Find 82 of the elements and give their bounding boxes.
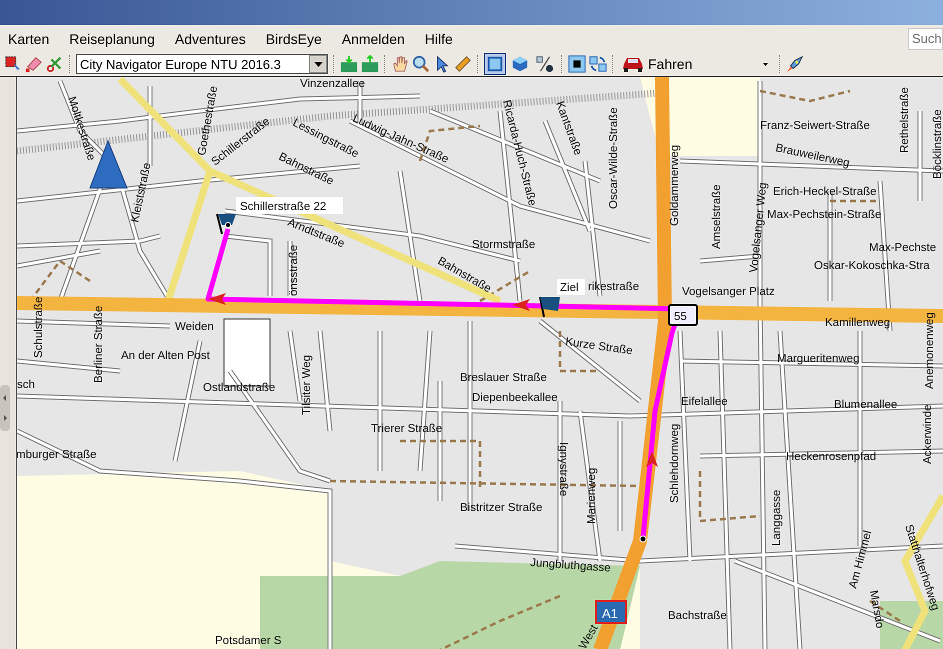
street-label: Ignystraße [557, 442, 569, 496]
route-arrow-icon [512, 299, 530, 311]
street-label: Böcklinstraße [932, 109, 943, 179]
street-label: Erich-Heckel-Straße [773, 186, 877, 198]
menu-item[interactable]: Hilfe [424, 30, 453, 46]
caret-icon [763, 62, 768, 66]
street-label: Oscar-Wilde-Straße [608, 107, 620, 209]
square-icon [486, 55, 504, 73]
street-label: Marsdo [867, 589, 886, 630]
view-mode-button[interactable] [484, 53, 506, 75]
percent-icon [536, 55, 554, 73]
car-icon [622, 56, 644, 72]
street-label: Berliner Straße [93, 306, 105, 383]
street-label: Jungbluthgasse [530, 557, 611, 575]
street-label: Amselstraße [711, 184, 723, 249]
menu-item[interactable]: Reiseplanung [69, 30, 155, 46]
collapse-handle-icon[interactable] [0, 385, 10, 431]
street-label: Ackerwinde [922, 404, 934, 464]
menu-item[interactable]: Karten [8, 30, 50, 46]
select-area-icon[interactable] [4, 55, 22, 73]
map-product-dropdown[interactable]: City Navigator Europe NTU 2016.3 [76, 54, 328, 74]
destination-label: Ziel [557, 279, 585, 295]
cube-icon [511, 55, 529, 73]
street-label: sch [17, 379, 35, 391]
search-field[interactable]: Such [908, 28, 943, 50]
street-label: Vogelsanger Weg [748, 182, 770, 274]
street-label: Anemonenweg [924, 312, 936, 389]
sync-icon[interactable] [589, 55, 607, 73]
street-label: Stormstraße [472, 239, 536, 251]
route-arrow-icon [208, 293, 226, 305]
street-label: Max-Pechste [869, 242, 936, 254]
street-label: Oskar-Kokoschka-Stra [814, 260, 930, 272]
ruler-icon[interactable] [454, 55, 472, 73]
street-label: Tilsiter Weg [301, 354, 313, 415]
menu-item[interactable]: Anmelden [342, 30, 405, 46]
flag-icon [539, 296, 560, 318]
caret-icon [314, 62, 322, 66]
street-label: Vogelsanger Platz [682, 286, 775, 298]
street-label: mburger Straße [17, 449, 97, 461]
route-arrow-icon [646, 451, 658, 467]
street-label: Goldammerweg [669, 144, 681, 226]
street-label: Vinzenzallee [300, 78, 366, 90]
street-label: Rethelstraße [899, 87, 911, 153]
scissors-icon[interactable] [46, 55, 64, 73]
hand-icon[interactable] [391, 55, 409, 73]
street-label: Bachstraße [668, 610, 727, 622]
menu-item[interactable]: Adventures [174, 30, 246, 46]
street-label: Breslauer Straße [460, 372, 547, 384]
street-label: Franz-Seiwert-Straße [760, 120, 870, 132]
street-label: Schulstraße [33, 296, 45, 358]
street-label: Heckenrosenpfad [786, 451, 876, 463]
fit-to-screen-icon[interactable] [568, 55, 586, 73]
street-label: An der Alten Post [121, 350, 210, 362]
zoom-icon[interactable] [412, 55, 430, 73]
street-label: Kurze Straße [564, 336, 634, 358]
street-label: Langgasse [771, 490, 783, 546]
street-label: Schlehdornweg [669, 424, 681, 503]
flag-icon [216, 214, 236, 234]
street-label: Margueritenweg [777, 353, 860, 365]
map-import-icon[interactable] [340, 55, 358, 73]
menu-item[interactable]: BirdsEye [266, 30, 322, 46]
motorway-shield: A1 [595, 600, 627, 624]
street-label: Diepenbeekallee [472, 392, 558, 404]
street-label: Bistritzer Straße [460, 502, 542, 514]
profile-label: Fahren [648, 56, 692, 72]
street-label: Weiden [175, 321, 214, 333]
eraser-icon[interactable] [25, 55, 43, 73]
street-label: Marienweg [586, 468, 598, 524]
street-label: Ostlandstraße [203, 382, 276, 394]
waypoint-label: Schillerstraße 22 [236, 197, 343, 214]
street-label: Trierer Straße [371, 423, 442, 435]
street-label: rikestraße [588, 281, 640, 293]
street-label: Eifelallee [681, 396, 728, 408]
route-end-dot [640, 536, 646, 542]
rocket-icon[interactable] [786, 55, 804, 73]
street-label: Am Himmel [847, 529, 874, 590]
street-label: Potsdamer S [215, 635, 282, 647]
street-label: Max-Pechstein-Straße [767, 209, 882, 221]
street-label: Blumenallee [834, 399, 898, 411]
route-shield: 55 [668, 304, 698, 326]
map-export-icon[interactable] [361, 55, 379, 73]
street-label: önsstraße [288, 244, 300, 296]
